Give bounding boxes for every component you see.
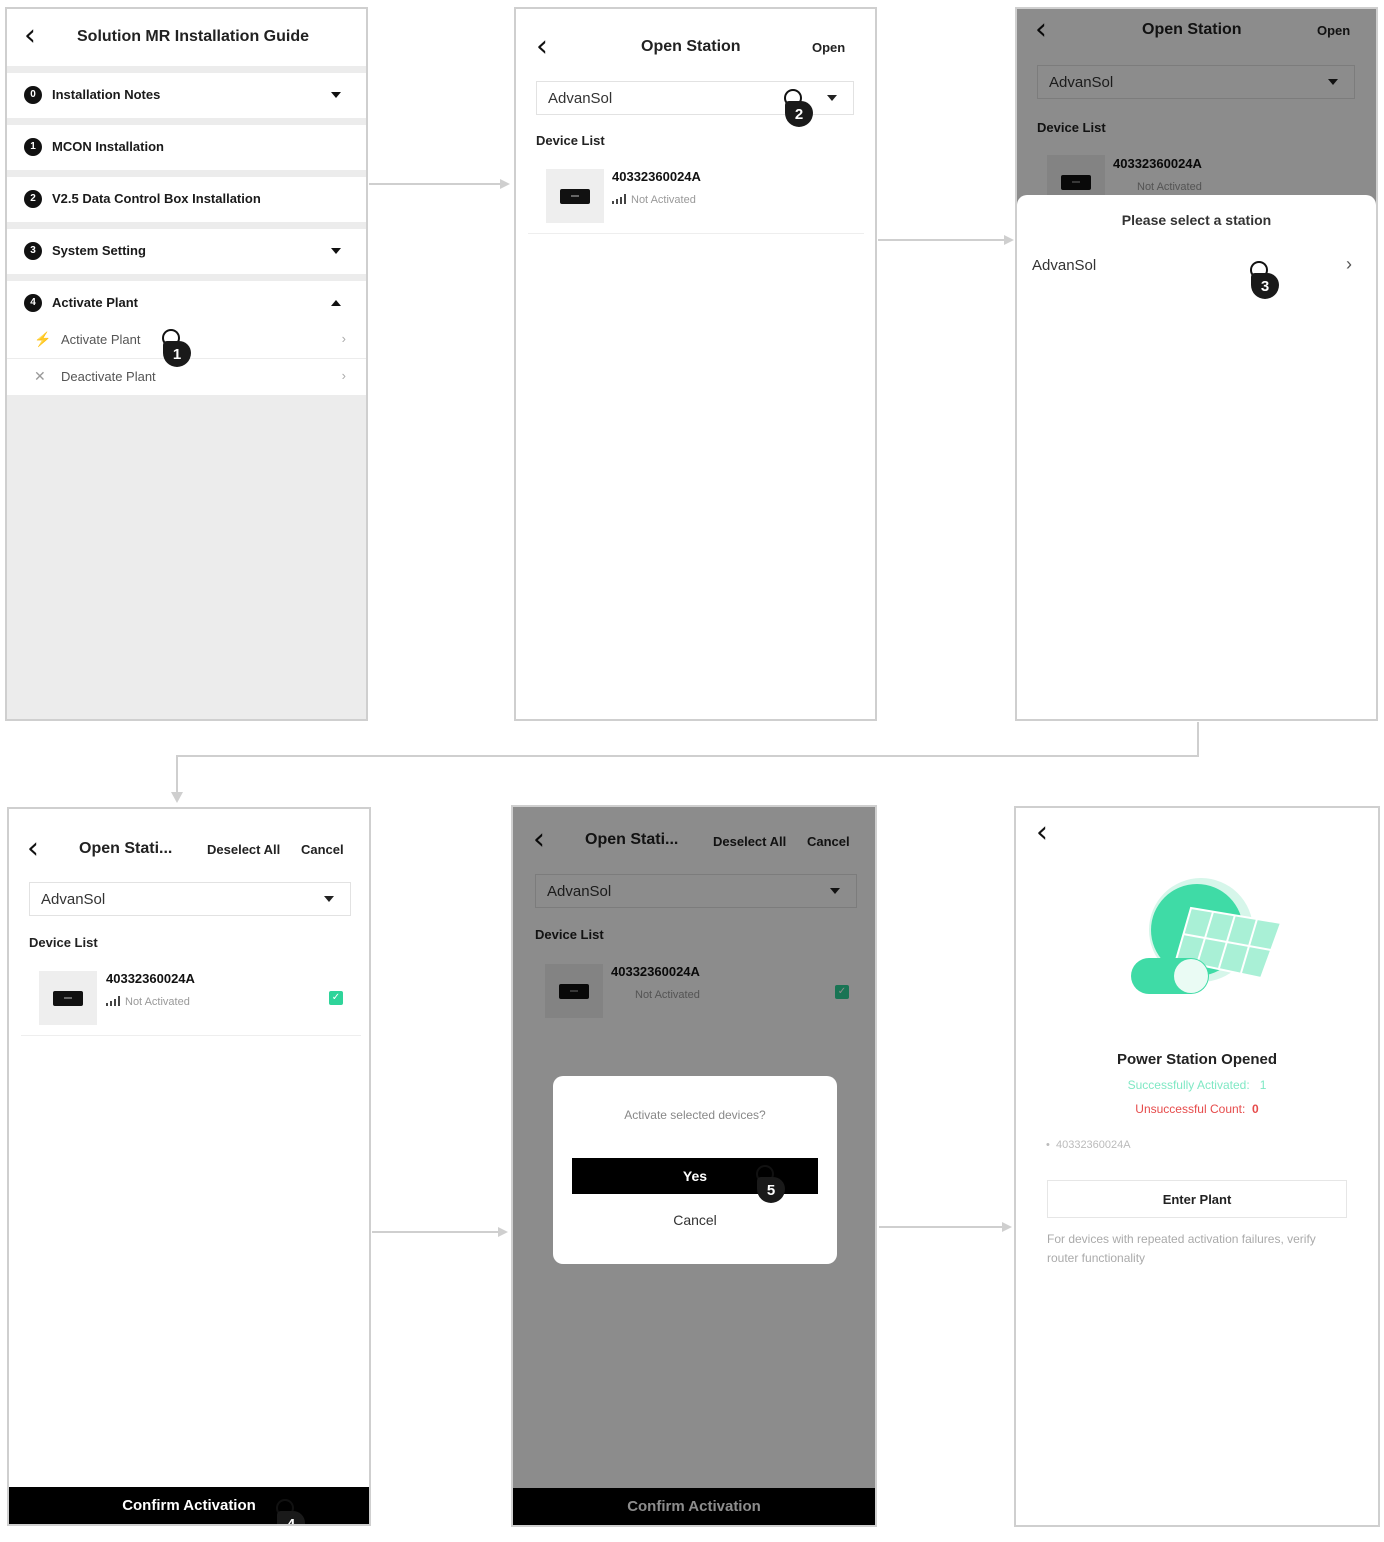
chevron-down-icon [827, 95, 837, 101]
device-checkbox[interactable]: ✓ [329, 991, 343, 1005]
tap-hand-icon: 1 [163, 341, 191, 367]
back-arrow-icon[interactable]: ‹ [536, 32, 548, 62]
tap-hand-icon: 5 [757, 1177, 785, 1203]
tap-marker-step-5: 5 [751, 1165, 791, 1209]
result-device-serial: • 40332360024A [1046, 1139, 1131, 1151]
tap-marker-step-2: 2 [779, 89, 819, 133]
back-arrow-icon[interactable]: ‹ [1036, 818, 1048, 848]
collapse-up-icon [331, 300, 341, 306]
flow-arrow-4-5 [498, 1227, 508, 1237]
enter-plant-button[interactable]: Enter Plant [1047, 1180, 1347, 1218]
tap-marker-step-4: 4 [271, 1499, 311, 1524]
flow-connector-4-5 [372, 1231, 498, 1233]
tap-hand-icon: 3 [1251, 273, 1279, 299]
back-arrow-icon[interactable]: ‹ [27, 834, 39, 864]
expand-down-icon [331, 92, 341, 98]
power-station-illustration-icon [1131, 878, 1283, 994]
chevron-right-icon: › [341, 368, 346, 383]
guide-section-mcon-installation[interactable]: 1 MCON Installation [7, 125, 366, 170]
guide-section-installation-notes[interactable]: 0 Installation Notes [7, 73, 366, 118]
select-devices-screen: ‹ Open Stati... Deselect All Cancel Adva… [7, 807, 371, 1526]
tap-hand-icon: 2 [785, 101, 813, 127]
station-select[interactable]: AdvanSol [29, 882, 351, 916]
guide-section-activate-plant[interactable]: 4 Activate Plant [7, 281, 366, 326]
confirm-dialog-screen: ‹ Open Stati... Deselect All Cancel Adva… [511, 805, 877, 1527]
picker-title: Please select a station [1121, 212, 1272, 228]
open-station-screen: ‹ Open Station Open AdvanSol Device List… [514, 7, 877, 721]
device-list-label: Device List [29, 935, 98, 950]
cancel-button[interactable]: Cancel [301, 842, 344, 857]
expand-down-icon [331, 248, 341, 254]
flow-connector-1-2 [369, 183, 501, 185]
flow-arrow-1-2 [500, 179, 510, 189]
guide-header: ‹ Solution MR Installation Guide [7, 9, 366, 66]
device-status: Not Activated [106, 996, 190, 1008]
flow-connector-3-4-a [1197, 722, 1199, 757]
tap-marker-step-3: 3 [1245, 261, 1285, 305]
failure-hint-text: For devices with repeated activation fai… [1047, 1232, 1316, 1265]
tap-marker-step-1: 1 [157, 329, 197, 373]
page-title: Open Station [641, 38, 741, 55]
lightning-off-icon: ✕ [34, 368, 46, 384]
page-title: Solution MR Installation Guide [77, 28, 309, 45]
device-list-label: Device List [536, 133, 605, 148]
activate-confirm-dialog: Activate selected devices? Yes Cancel [553, 1076, 837, 1264]
signal-icon [612, 194, 627, 204]
back-arrow-icon[interactable]: ‹ [24, 21, 36, 51]
flow-arrow-5-6 [1002, 1222, 1012, 1232]
guide-section-data-control-box[interactable]: 2 V2.5 Data Control Box Installation [7, 177, 366, 222]
dialog-cancel-button[interactable]: Cancel [553, 1212, 837, 1228]
activation-result-screen: ‹ Power Station Opened Successfully Acti… [1014, 806, 1380, 1527]
dialog-message: Activate selected devices? [624, 1108, 766, 1122]
device-image [39, 971, 97, 1025]
station-picker-sheet: Please select a station AdvanSol › [1017, 195, 1376, 719]
device-serial: 40332360024A [612, 169, 701, 184]
tap-hand-icon: 4 [277, 1511, 305, 1524]
confirm-activation-button[interactable]: Confirm Activation [9, 1487, 369, 1524]
fail-count-line: Unsuccessful Count: 0 [1135, 1102, 1259, 1116]
flow-connector-3-4-c [176, 755, 178, 793]
flow-arrow-3-4 [171, 792, 183, 803]
chevron-down-icon [324, 896, 334, 902]
flow-connector-2-3 [878, 239, 1004, 241]
installation-guide-screen: ‹ Solution MR Installation Guide 0 Insta… [5, 7, 368, 721]
select-station-screen: ‹ Open Station Open AdvanSol Device List… [1015, 7, 1378, 721]
page-title: Open Stati... [79, 840, 173, 857]
device-image [546, 169, 604, 223]
success-count-line: Successfully Activated: 1 [1127, 1078, 1267, 1092]
chevron-right-icon: › [1346, 254, 1352, 274]
flow-arrow-2-3 [1004, 235, 1014, 245]
open-button[interactable]: Open [812, 40, 845, 55]
flow-connector-5-6 [879, 1226, 1002, 1228]
guide-section-system-setting[interactable]: 3 System Setting [7, 229, 366, 274]
device-serial: 40332360024A [106, 971, 195, 986]
chevron-right-icon: › [341, 331, 346, 346]
result-title: Power Station Opened [1116, 1051, 1278, 1068]
flow-connector-3-4-b [176, 755, 1199, 757]
deselect-all-button[interactable]: Deselect All [207, 842, 280, 857]
device-status: Not Activated [612, 194, 696, 206]
signal-icon [106, 996, 121, 1006]
picker-item-advansol[interactable]: AdvanSol [1032, 257, 1096, 274]
lightning-icon: ⚡ [34, 331, 52, 347]
